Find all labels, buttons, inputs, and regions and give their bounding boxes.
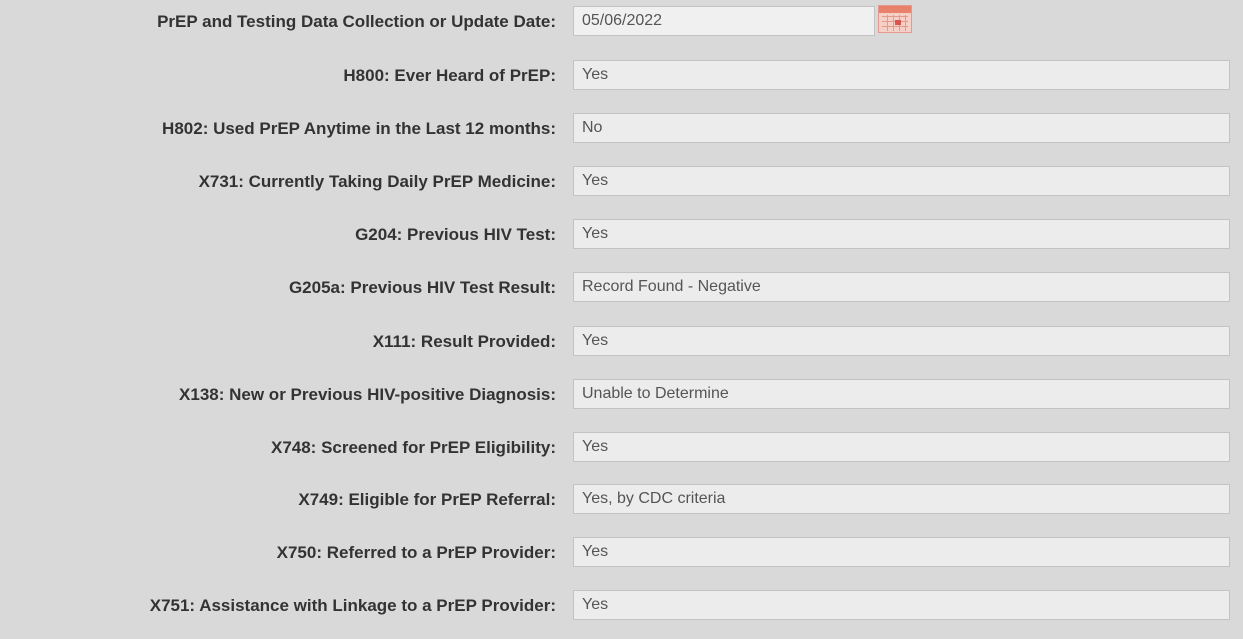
row-x751: X751: Assistance with Linkage to a PrEP … xyxy=(0,590,1243,622)
row-collection-date: PrEP and Testing Data Collection or Upda… xyxy=(0,6,1243,38)
x111-label: X111: Result Provided: xyxy=(372,332,556,351)
row-g205a: G205a: Previous HIV Test Result: Record … xyxy=(0,272,1243,304)
g205a-field[interactable]: Record Found - Negative xyxy=(573,272,1230,302)
x138-field[interactable]: Unable to Determine xyxy=(573,379,1230,409)
x748-label: X748: Screened for PrEP Eligibility: xyxy=(270,438,556,457)
g205a-label: G205a: Previous HIV Test Result: xyxy=(288,278,556,297)
prep-testing-form: PrEP and Testing Data Collection or Upda… xyxy=(0,0,1243,639)
h802-label: H802: Used PrEP Anytime in the Last 12 m… xyxy=(162,119,556,138)
x751-field[interactable]: Yes xyxy=(573,590,1230,620)
calendar-icon[interactable] xyxy=(878,5,912,33)
x138-label: X138: New or Previous HIV-positive Diagn… xyxy=(179,385,556,404)
row-x749: X749: Eligible for PrEP Referral: Yes, b… xyxy=(0,484,1243,516)
x731-label: X731: Currently Taking Daily PrEP Medici… xyxy=(198,172,556,191)
g204-label: G204: Previous HIV Test: xyxy=(355,225,556,244)
row-x750: X750: Referred to a PrEP Provider: Yes xyxy=(0,537,1243,569)
x751-label: X751: Assistance with Linkage to a PrEP … xyxy=(149,596,556,615)
h800-label: H800: Ever Heard of PrEP: xyxy=(343,66,556,85)
collection-date-label: PrEP and Testing Data Collection or Upda… xyxy=(157,12,556,31)
row-x111: X111: Result Provided: Yes xyxy=(0,326,1243,358)
h802-field[interactable]: No xyxy=(573,113,1230,143)
g204-field[interactable]: Yes xyxy=(573,219,1230,249)
x111-field[interactable]: Yes xyxy=(573,326,1230,356)
row-h800: H800: Ever Heard of PrEP: Yes xyxy=(0,60,1243,92)
x731-field[interactable]: Yes xyxy=(573,166,1230,196)
x749-field[interactable]: Yes, by CDC criteria xyxy=(573,484,1230,514)
x750-label: X750: Referred to a PrEP Provider: xyxy=(276,543,556,562)
x748-field[interactable]: Yes xyxy=(573,432,1230,462)
collection-date-field[interactable]: 05/06/2022 xyxy=(573,6,875,36)
row-g204: G204: Previous HIV Test: Yes xyxy=(0,219,1243,251)
row-x138: X138: New or Previous HIV-positive Diagn… xyxy=(0,379,1243,411)
row-x748: X748: Screened for PrEP Eligibility: Yes xyxy=(0,432,1243,464)
row-x731: X731: Currently Taking Daily PrEP Medici… xyxy=(0,166,1243,198)
x750-field[interactable]: Yes xyxy=(573,537,1230,567)
row-h802: H802: Used PrEP Anytime in the Last 12 m… xyxy=(0,113,1243,145)
h800-field[interactable]: Yes xyxy=(573,60,1230,90)
x749-label: X749: Eligible for PrEP Referral: xyxy=(298,490,556,509)
